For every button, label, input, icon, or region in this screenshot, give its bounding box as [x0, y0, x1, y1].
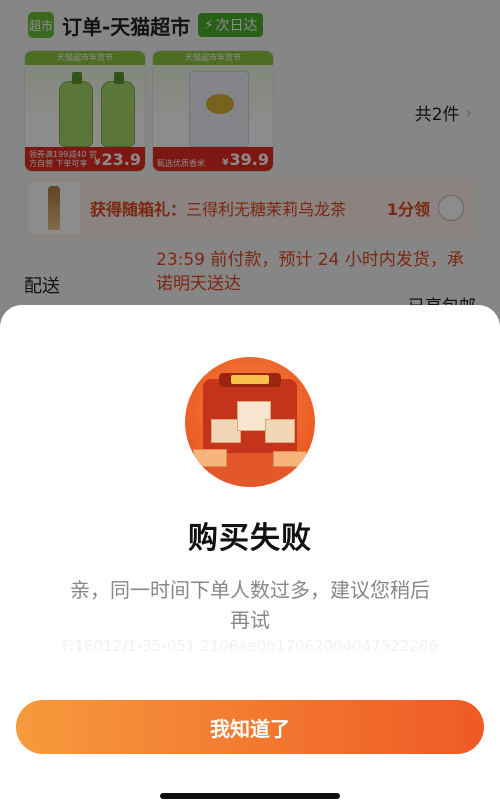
acknowledge-button[interactable]: 我知道了: [16, 700, 484, 754]
warning-sign-icon: [231, 375, 269, 384]
error-trace-id: F:16012/1-35-051 2106ae0b170620040475222…: [61, 637, 439, 655]
parcel-box-icon: [265, 419, 295, 443]
parcel-box-icon: [273, 451, 307, 467]
home-indicator[interactable]: [160, 793, 340, 799]
purchase-failed-sheet: 购买失败 亲，同一时间下单人数过多，建议您稍后再试 F:16012/1-35-0…: [0, 305, 500, 809]
warning-truck-illustration-icon: [185, 357, 315, 487]
parcel-box-icon: [193, 449, 227, 467]
modal-title: 购买失败: [188, 521, 312, 556]
modal-message: 亲，同一时间下单人数过多，建议您稍后再试: [70, 578, 430, 632]
